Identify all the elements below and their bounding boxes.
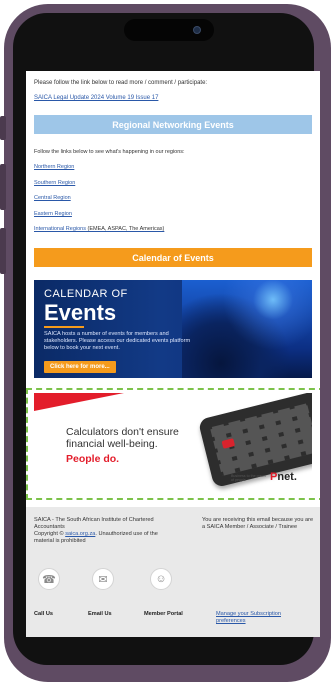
legal-update-link[interactable]: SAICA Legal Update 2024 Volume 19 Issue … bbox=[34, 95, 158, 101]
region-link-eastern[interactable]: Eastern Region bbox=[34, 211, 72, 217]
footer-copyright: Copyright © saica.org.za. Unauthorized u… bbox=[34, 531, 164, 545]
calendar-banner: Calendar of Events bbox=[34, 248, 312, 267]
email-screen: Please follow the link below to read mor… bbox=[26, 71, 320, 637]
ad-headline-line1: Calculators don't ensure bbox=[66, 426, 179, 438]
copyright-label: Copyright © bbox=[34, 531, 64, 537]
follow-text: Follow the links below to see what's hap… bbox=[34, 149, 185, 155]
region-note: (EMEA, ASPAC, The Americas) bbox=[85, 226, 165, 232]
email-footer: SAICA - The South African Institute of C… bbox=[26, 507, 320, 637]
pnet-logo-net: net. bbox=[277, 471, 297, 483]
networking-banner: Regional Networking Events bbox=[34, 115, 312, 134]
volume-up-button bbox=[0, 116, 6, 140]
pnet-ad-image[interactable]: Calculators don't ensure financial well-… bbox=[34, 393, 312, 493]
region-link-international-label[interactable]: International Regions bbox=[34, 226, 86, 232]
volume-down-button bbox=[0, 164, 6, 210]
region-link-northern[interactable]: Northern Region bbox=[34, 164, 74, 170]
headset-icon[interactable]: ☎ bbox=[38, 568, 60, 590]
people-icon[interactable]: ☺ bbox=[150, 568, 172, 590]
camera-icon bbox=[193, 26, 201, 34]
footer-org-info: SAICA - The South African Institute of C… bbox=[34, 517, 164, 545]
email-us-link[interactable]: Email Us bbox=[88, 611, 112, 617]
footer-org-text: SAICA - The South African Institute of C… bbox=[34, 517, 154, 530]
events-heading-line2: Events bbox=[44, 300, 117, 325]
events-banner-image[interactable]: CALENDAR OF Events SAICA hosts a number … bbox=[34, 280, 312, 378]
member-portal-link[interactable]: Member Portal bbox=[144, 611, 183, 617]
region-link-international[interactable]: International Regions (EMEA, ASPAC, The … bbox=[34, 226, 164, 232]
envelope-icon[interactable]: ✉ bbox=[92, 568, 114, 590]
events-more-button[interactable]: Click here for more... bbox=[44, 361, 116, 373]
pnet-logo: Pnet. bbox=[270, 471, 297, 483]
crowd-image bbox=[182, 280, 312, 378]
member-notice: You are receiving this email because you… bbox=[202, 517, 314, 530]
ad-headline-line2: financial well-being. bbox=[66, 438, 158, 450]
side-button bbox=[0, 228, 6, 274]
ad-headline: Calculators don't ensure financial well-… bbox=[66, 426, 216, 450]
region-link-central[interactable]: Central Region bbox=[34, 195, 71, 201]
events-heading-line1: CALENDAR OF bbox=[44, 288, 128, 300]
events-divider bbox=[44, 326, 84, 328]
events-description: SAICA hosts a number of events for membe… bbox=[44, 331, 191, 351]
saica-website-link[interactable]: saica.org.za bbox=[65, 531, 95, 537]
region-link-southern[interactable]: Southern Region bbox=[34, 180, 75, 186]
call-us-link[interactable]: Call Us bbox=[34, 611, 53, 617]
ad-headline-red: People do. bbox=[66, 453, 120, 465]
ad-tagline: Business to the power of people bbox=[231, 474, 267, 482]
ad-red-corner bbox=[34, 393, 124, 411]
intro-text: Please follow the link below to read mor… bbox=[34, 80, 208, 86]
manage-subscription-link[interactable]: Manage your Subscription preferences bbox=[216, 611, 306, 625]
